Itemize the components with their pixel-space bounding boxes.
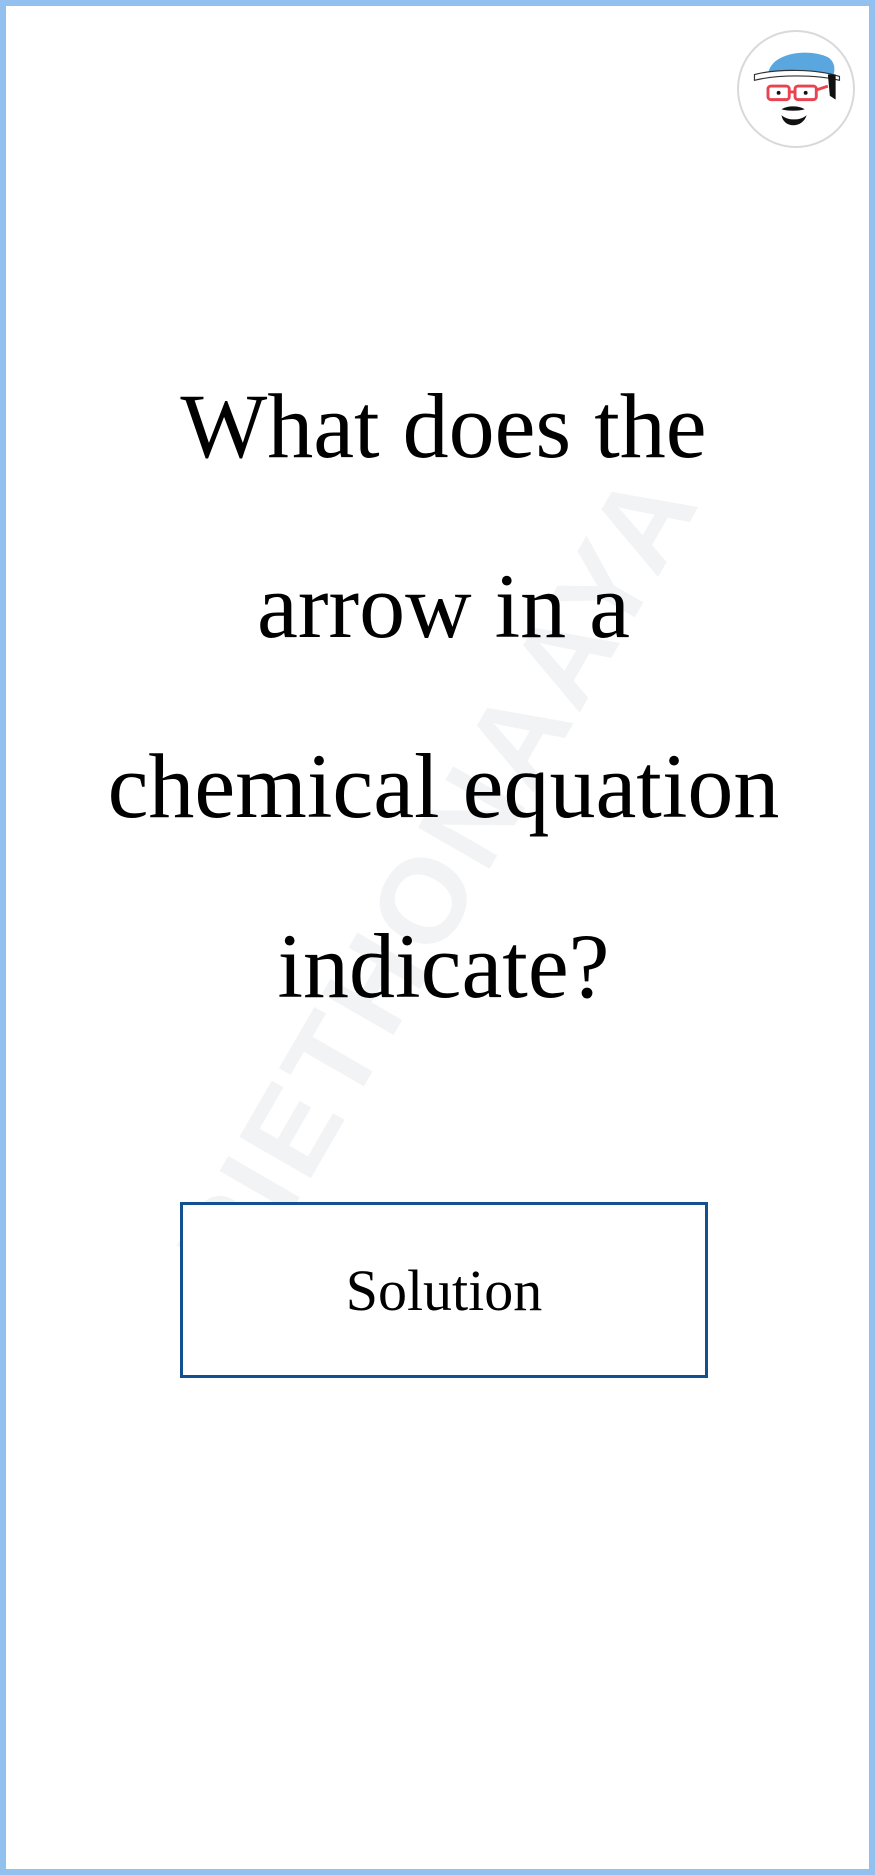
solution-button-label: Solution [345, 1257, 543, 1323]
avatar [737, 30, 855, 148]
question-text: What does the arrow in a chemical equati… [6, 336, 869, 1056]
solution-button[interactable]: Solution [180, 1202, 708, 1378]
question-line: What does the [180, 375, 707, 477]
question-line: chemical equation [107, 735, 780, 837]
cartoon-face-icon [753, 52, 841, 126]
question-line: arrow in a [257, 555, 630, 657]
page-frame: PIETHONAAYA What does the arrow in a che… [0, 0, 875, 1875]
question-line: indicate? [277, 915, 610, 1017]
